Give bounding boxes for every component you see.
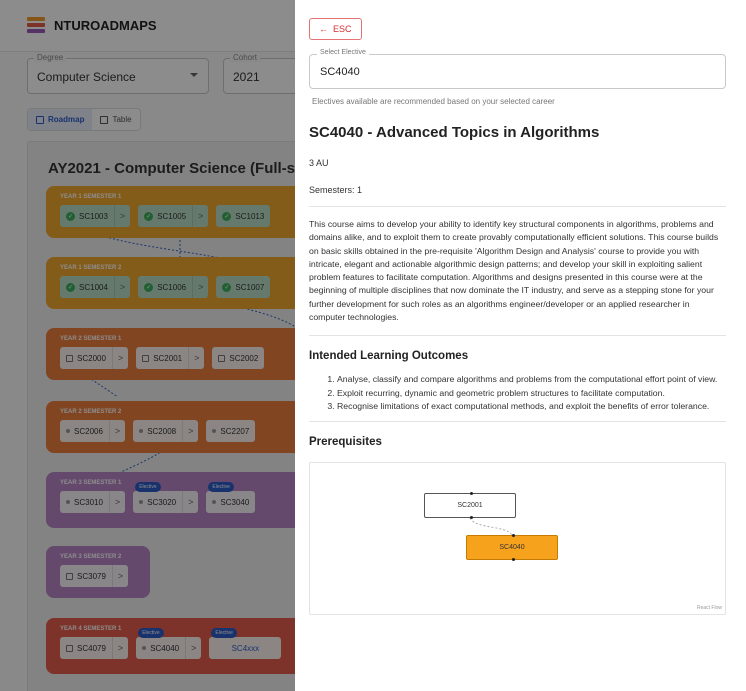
helper-text: Electives available are recommended base… (312, 97, 555, 106)
current-course-node[interactable]: SC4040 (466, 534, 558, 562)
node-handle[interactable] (512, 534, 515, 538)
esc-label: ESC (333, 24, 352, 34)
prerequisites-heading: Prerequisites (309, 436, 382, 449)
current-node-label: SC4040 (499, 544, 525, 552)
divider (309, 206, 726, 207)
outcome-item: Analyse, classify and compare algorithms… (337, 373, 726, 386)
node-handle[interactable] (470, 492, 473, 496)
course-au: 3 AU (309, 158, 329, 168)
select-elective-label: Select Elective (317, 49, 369, 56)
ilo-heading: Intended Learning Outcomes (309, 350, 469, 363)
course-semesters: Semesters: 1 (309, 185, 363, 195)
elective-drawer: ← ESC Select Elective SC4040 Electives a… (295, 0, 746, 691)
react-flow-attribution[interactable]: React Flow (697, 605, 722, 611)
select-elective-input[interactable]: Select Elective SC4040 (309, 49, 726, 89)
prereq-node[interactable]: SC2001 (424, 492, 516, 520)
course-title: SC4040 - Advanced Topics in Algorithms (309, 124, 600, 141)
outcomes-list: Analyse, classify and compare algorithms… (309, 373, 726, 413)
esc-button[interactable]: ← ESC (309, 18, 362, 40)
course-description: This course aims to develop your ability… (309, 219, 719, 323)
arrow-left-icon: ← (319, 24, 328, 34)
prerequisite-flow[interactable]: SC2001 SC4040 React Flow (309, 462, 726, 616)
outcome-item: Exploit recurring, dynamic and geometric… (337, 387, 726, 400)
select-elective-value: SC4040 (320, 66, 360, 78)
divider (309, 421, 726, 423)
prereq-node-label: SC2001 (457, 502, 483, 510)
divider (309, 335, 726, 337)
outcome-item: Recognise limitations of exact computati… (337, 400, 726, 413)
modal-backdrop[interactable] (0, 0, 295, 691)
